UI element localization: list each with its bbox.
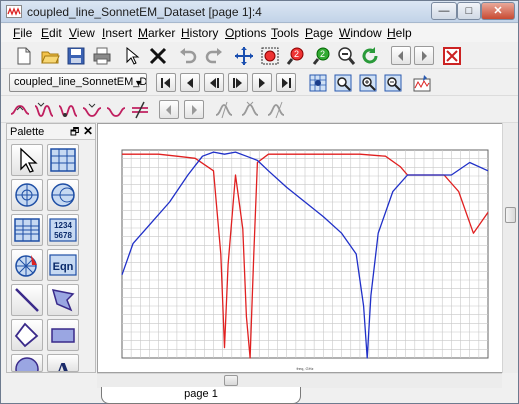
marker-tool-7-icon[interactable] [239, 99, 261, 121]
marker-prev-button[interactable] [159, 100, 179, 119]
palette-stacked-plot-button[interactable] [11, 214, 43, 246]
prev-trace-button[interactable] [180, 73, 200, 92]
print-icon[interactable] [91, 45, 113, 67]
next-page-button[interactable] [414, 46, 434, 65]
plot-document[interactable]: freq, GHz [97, 123, 518, 373]
select-pointer-icon[interactable] [121, 45, 143, 67]
palette-pointer-button[interactable] [11, 144, 43, 176]
marker-tool-1-icon[interactable] [9, 99, 31, 121]
stop-icon[interactable] [441, 45, 463, 67]
zoom-fit-icon[interactable] [357, 72, 379, 94]
menu-insert[interactable]: Insert [102, 26, 132, 40]
save-icon[interactable] [65, 45, 87, 67]
open-folder-icon[interactable] [39, 45, 61, 67]
palette-panel: Palette 🗗 ✕ 1234 5678 Eqn A [6, 123, 96, 373]
marker-tool-3-icon[interactable] [57, 99, 79, 121]
palette-antenna-button[interactable] [11, 249, 43, 281]
menu-options[interactable]: Options [225, 26, 266, 40]
chevron-down-icon: ▼ [134, 78, 143, 88]
palette-polygon-button[interactable] [11, 319, 43, 351]
svg-text:2: 2 [294, 49, 299, 59]
vertical-scroll-thumb[interactable] [505, 207, 516, 223]
maximize-button[interactable]: □ [457, 2, 481, 20]
svg-text:2: 2 [320, 49, 325, 59]
horizontal-scroll-thumb[interactable] [224, 375, 238, 386]
zoom-minus-icon[interactable] [335, 45, 357, 67]
close-panel-icon[interactable]: ✕ [83, 124, 93, 138]
first-trace-button[interactable] [156, 73, 176, 92]
menu-page[interactable]: Page [305, 26, 333, 40]
plot-properties-icon[interactable] [411, 72, 433, 94]
menu-view[interactable]: View [69, 26, 95, 40]
dataset-dropdown[interactable]: coupled_line_SonnetEM_Data ▼ [9, 73, 147, 92]
menu-history[interactable]: History [181, 26, 218, 40]
minimize-button[interactable]: — [431, 2, 457, 20]
horizontal-scrollbar[interactable] [97, 373, 502, 388]
palette-circle-button[interactable] [11, 354, 43, 372]
equation-label: Eqn [53, 261, 74, 273]
main-toolbar: 2 2 [1, 42, 518, 69]
palette-smith-chart-button[interactable] [47, 179, 79, 211]
table-button-row-2: 5678 [54, 231, 72, 240]
grid-zoom-icon[interactable] [307, 72, 329, 94]
plot-grid [122, 150, 488, 358]
window-title: coupled_line_SonnetEM_Dataset [page 1]:4 [27, 5, 262, 19]
marker-tool-4-icon[interactable] [81, 99, 103, 121]
palette-text-button[interactable]: A [47, 354, 79, 372]
palette-rect-plot-button[interactable] [47, 144, 79, 176]
marker-tool-6-icon[interactable] [213, 99, 235, 121]
refresh-icon[interactable] [359, 45, 381, 67]
tab-page-1[interactable]: page 1 [101, 387, 301, 404]
marker-next-button[interactable] [184, 100, 204, 119]
zoom-in-icon[interactable]: 2 [285, 45, 307, 67]
palette-table-button[interactable]: 1234 5678 [47, 214, 79, 246]
palette-header: Palette 🗗 ✕ [7, 124, 95, 140]
step-forward-button[interactable] [228, 73, 248, 92]
palette-equation-button[interactable]: Eqn [47, 249, 79, 281]
zoom-box-icon[interactable] [259, 45, 281, 67]
text-tool-label: A [54, 359, 72, 372]
delta-marker-icon[interactable] [129, 99, 151, 121]
menu-edit[interactable]: Edit [41, 26, 62, 40]
vertical-scrollbar[interactable] [502, 123, 518, 373]
menu-bar: File Edit View Insert Marker History Opt… [1, 24, 518, 42]
palette-polyline-button[interactable] [47, 284, 79, 316]
palette-polar-plot-button[interactable] [11, 179, 43, 211]
zoom-region-icon[interactable] [332, 72, 354, 94]
prev-page-button[interactable] [391, 46, 411, 65]
delete-icon[interactable] [147, 45, 169, 67]
marker-tool-8-icon[interactable] [265, 99, 287, 121]
redo-icon[interactable] [203, 45, 225, 67]
menu-window[interactable]: Window [339, 26, 382, 40]
float-panel-icon[interactable]: 🗗 [70, 125, 79, 142]
marker-toolbar [1, 96, 518, 123]
zoom-out-icon[interactable]: 2 [311, 45, 333, 67]
marker-tool-5-icon[interactable] [105, 99, 127, 121]
marker-tool-2-icon[interactable] [33, 99, 55, 121]
menu-tools[interactable]: Tools [271, 26, 299, 40]
undo-icon[interactable] [177, 45, 199, 67]
rectangular-plot[interactable]: freq, GHz [98, 124, 503, 374]
next-trace-button[interactable] [252, 73, 272, 92]
palette-rectangle-button[interactable] [47, 319, 79, 351]
table-button-row-1: 1234 [54, 221, 72, 230]
menu-help[interactable]: Help [387, 26, 412, 40]
step-back-button[interactable] [204, 73, 224, 92]
app-window: coupled_line_SonnetEM_Dataset [page 1]:4… [0, 0, 519, 404]
app-icon [6, 5, 22, 18]
close-window-button[interactable]: ✕ [481, 2, 515, 20]
zoom-reset-icon[interactable] [382, 72, 404, 94]
palette-line-button[interactable] [11, 284, 43, 316]
menu-file[interactable]: File [13, 26, 32, 40]
new-file-icon[interactable] [13, 45, 35, 67]
palette-title: Palette [10, 126, 45, 138]
dataset-dropdown-value: coupled_line_SonnetEM_Data [14, 76, 147, 88]
last-trace-button[interactable] [276, 73, 296, 92]
x-axis-label: freq, GHz [296, 366, 313, 371]
title-bar[interactable]: coupled_line_SonnetEM_Dataset [page 1]:4… [1, 1, 518, 23]
menu-marker[interactable]: Marker [138, 26, 175, 40]
navigation-toolbar: coupled_line_SonnetEM_Data ▼ [1, 69, 518, 96]
move-icon[interactable] [233, 45, 255, 67]
